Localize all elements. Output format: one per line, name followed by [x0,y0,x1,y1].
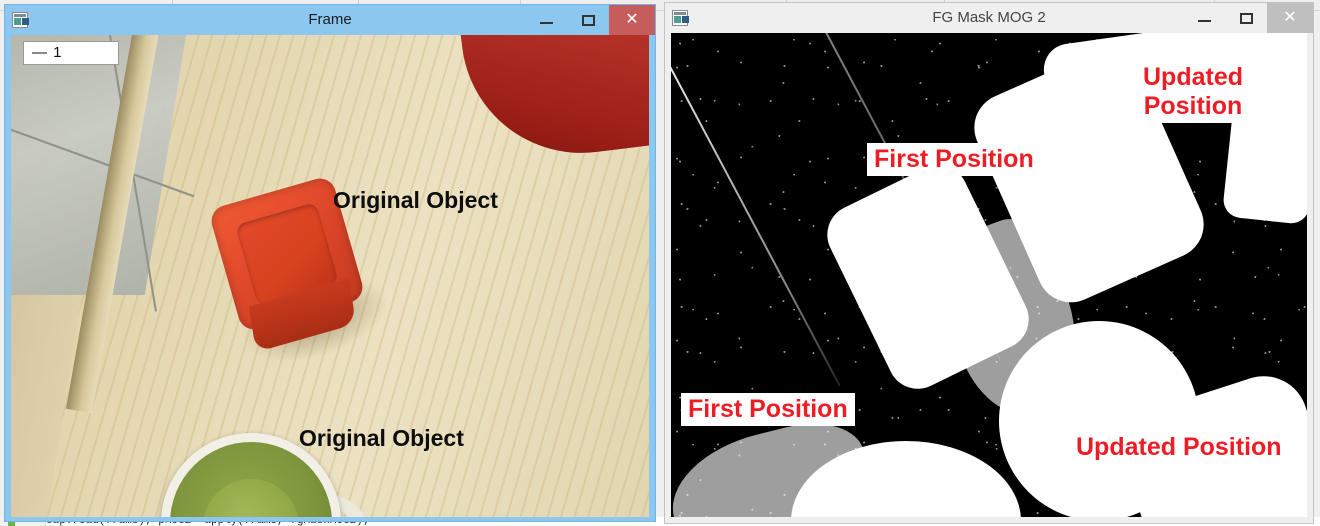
annotation-original-object-2: Original Object [299,425,464,451]
highgui-window-icon [12,12,28,28]
fg-mask-canvas: First Position Updated Position First Po… [671,33,1307,517]
annotation-updated-position-2: Updated Position [1069,431,1289,464]
close-button-frame[interactable]: ✕ [609,5,655,35]
close-button-fg-mask[interactable]: ✕ [1267,3,1313,33]
window-frame[interactable]: Frame ✕ — 1 Original Object Original Obj… [4,4,656,522]
minimize-button-fg-mask[interactable] [1183,3,1225,33]
annotation-first-position-1: First Position [867,143,1041,176]
maximize-button-frame[interactable] [567,5,609,35]
close-icon: ✕ [625,11,639,28]
annotation-first-position-2: First Position [681,393,855,426]
annotation-updated-position-1: Updated Position [1111,61,1275,123]
titlebar-frame[interactable]: Frame ✕ [5,5,655,35]
titlebar-fg-mask[interactable]: FG Mask MOG 2 ✕ [665,3,1313,33]
highgui-window-icon [672,10,688,26]
frame-video-canvas: — 1 Original Object Original Object [11,35,649,517]
close-icon: ✕ [1283,9,1297,26]
mask-blob-cup-first [999,321,1199,517]
window-fg-mask-mog-2[interactable]: FG Mask MOG 2 ✕ First Position Updated P… [664,2,1314,524]
annotation-original-object-1: Original Object [333,187,498,213]
window-controls-fg-mask: ✕ [1183,3,1313,33]
minimize-button-frame[interactable] [525,5,567,35]
maximize-button-fg-mask[interactable] [1225,3,1267,33]
minimize-icon [539,22,553,24]
maximize-icon [581,14,595,26]
maximize-icon [1239,12,1253,24]
frame-counter-badge: — 1 [23,41,119,65]
mask-table-edge-line [671,33,841,387]
desktop-background: cap.read(frame); pMOG2->apply(frame, fgM… [0,0,1320,526]
minimize-icon [1197,20,1211,22]
window-controls-frame: ✕ [525,5,655,35]
